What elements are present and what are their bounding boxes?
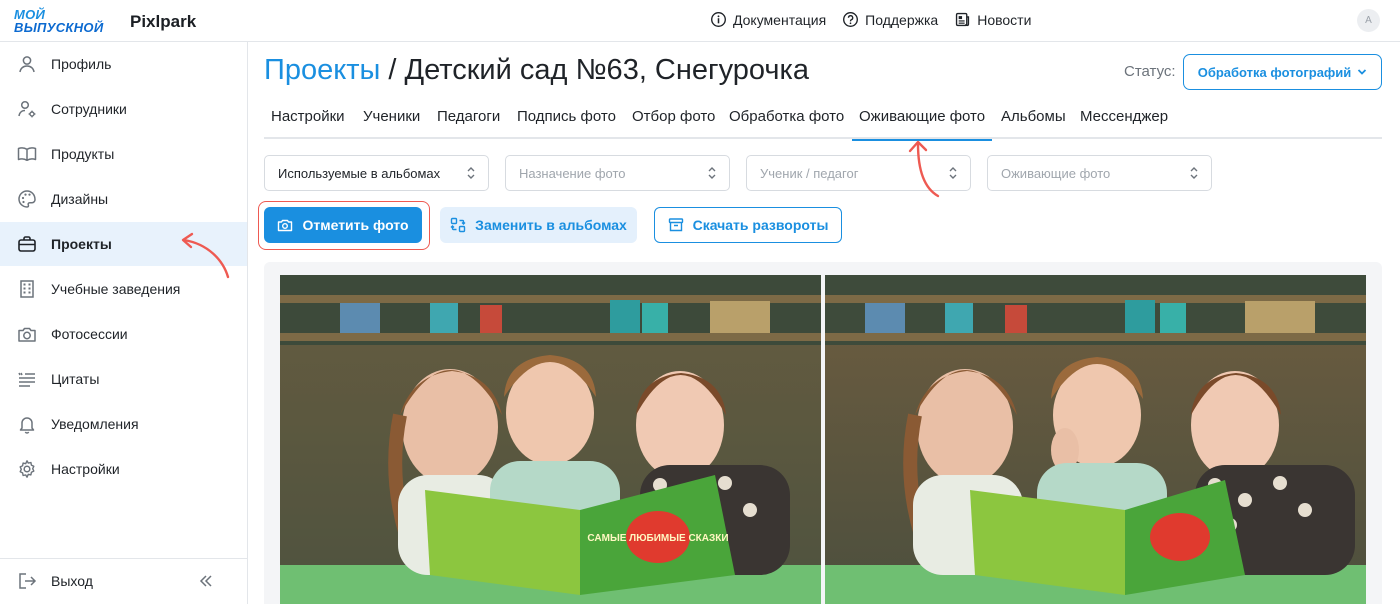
photo-gallery: САМЫЕ ЛЮБИМЫЕ СКАЗКИ bbox=[264, 262, 1382, 604]
filter-student-teacher[interactable]: Ученик / педагог bbox=[746, 155, 971, 191]
chevron-updown-icon bbox=[708, 167, 716, 179]
docs-link[interactable]: Документация bbox=[710, 11, 826, 28]
logout-label: Выход bbox=[51, 573, 93, 589]
palette-icon bbox=[18, 190, 36, 208]
logout-button[interactable]: Выход bbox=[17, 571, 93, 591]
news-link-label: Новости bbox=[977, 11, 1032, 28]
sidebar-footer: Выход bbox=[0, 558, 247, 604]
sidebar-item-photosessions[interactable]: Фотосессии bbox=[0, 312, 247, 356]
sidebar-item-settings[interactable]: Настройки bbox=[0, 447, 247, 491]
filter-living-photos-placeholder: Оживающие фото bbox=[1001, 165, 1111, 181]
tab-photo-captions[interactable]: Подпись фото bbox=[510, 108, 623, 139]
chevron-down-icon bbox=[1358, 69, 1367, 75]
download-spreads-button[interactable]: Скачать развороты bbox=[654, 207, 842, 243]
support-link-label: Поддержка bbox=[865, 11, 939, 28]
sidebar-item-label: Фотосессии bbox=[51, 326, 128, 342]
tab-photo-selection[interactable]: Отбор фото bbox=[625, 108, 722, 139]
tab-living-photos[interactable]: Оживающие фото bbox=[852, 108, 993, 141]
sidebar-item-label: Проекты bbox=[51, 236, 112, 252]
download-spreads-label: Скачать развороты bbox=[692, 217, 829, 233]
children-reading-photo: САМЫЕ ЛЮБИМЫЕ СКАЗКИ bbox=[280, 275, 821, 604]
info-icon bbox=[711, 12, 726, 27]
building-icon bbox=[20, 280, 34, 298]
user-gear-icon bbox=[18, 100, 36, 118]
support-link[interactable]: Поддержка bbox=[842, 11, 938, 28]
sidebar: Профиль Сотрудники Продукты Дизайны Прое… bbox=[0, 42, 248, 604]
tab-teachers[interactable]: Педагоги bbox=[430, 108, 507, 139]
chevron-updown-icon bbox=[467, 167, 475, 179]
tab-photo-processing[interactable]: Обработка фото bbox=[722, 108, 851, 139]
top-links: Документация Поддержка Новости bbox=[710, 11, 1031, 28]
gear-icon bbox=[19, 460, 35, 478]
sidebar-item-label: Сотрудники bbox=[51, 101, 127, 117]
filter-usage[interactable]: Используемые в альбомах bbox=[264, 155, 489, 191]
book-icon bbox=[17, 147, 37, 162]
photo-card[interactable]: САМЫЕ ЛЮБИМЫЕ СКАЗКИ bbox=[280, 275, 821, 604]
filter-student-teacher-placeholder: Ученик / педагог bbox=[760, 165, 859, 181]
sidebar-item-label: Продукты bbox=[51, 146, 115, 162]
breadcrumb-separator: / bbox=[388, 54, 397, 86]
brand-name: Pixlpark bbox=[130, 12, 197, 31]
quote-icon bbox=[18, 372, 35, 387]
mark-photo-button[interactable]: Отметить фото bbox=[264, 207, 422, 243]
sidebar-item-profile[interactable]: Профиль bbox=[0, 42, 247, 86]
filter-photo-purpose-placeholder: Назначение фото bbox=[519, 165, 626, 181]
tab-students[interactable]: Ученики bbox=[356, 108, 427, 139]
logo[interactable]: МОЙ ВЫПУСКНОЙ bbox=[14, 6, 114, 36]
archive-icon bbox=[668, 218, 683, 232]
filter-usage-value: Используемые в альбомах bbox=[278, 165, 441, 181]
photo-card[interactable] bbox=[825, 275, 1366, 604]
sidebar-item-projects[interactable]: Проекты bbox=[0, 222, 247, 266]
tab-albums[interactable]: Альбомы bbox=[994, 108, 1073, 139]
tab-settings[interactable]: Настройки bbox=[264, 108, 352, 139]
sidebar-item-products[interactable]: Продукты bbox=[0, 132, 247, 176]
bell-icon bbox=[19, 417, 35, 434]
camera-icon bbox=[18, 327, 36, 342]
sidebar-item-schools[interactable]: Учебные заведения bbox=[0, 267, 247, 311]
docs-link-label: Документация bbox=[733, 11, 827, 28]
page-title: Проекты / Детский сад №63, Снегурочка bbox=[264, 54, 809, 87]
sidebar-item-label: Профиль bbox=[51, 56, 112, 72]
sidebar-item-label: Настройки bbox=[51, 461, 120, 477]
filter-photo-purpose[interactable]: Назначение фото bbox=[505, 155, 730, 191]
status-label: Статус: bbox=[1124, 63, 1176, 80]
news-icon bbox=[956, 12, 970, 27]
sidebar-item-staff[interactable]: Сотрудники bbox=[0, 87, 247, 131]
replace-in-albums-button[interactable]: Заменить в альбомах bbox=[440, 207, 637, 243]
sidebar-item-label: Учебные заведения bbox=[51, 281, 181, 297]
book-title-text: САМЫЕ ЛЮБИМЫЕ СКАЗКИ bbox=[587, 533, 728, 544]
filter-living-photos[interactable]: Оживающие фото bbox=[987, 155, 1212, 191]
camera-add-icon bbox=[278, 219, 293, 232]
status-dropdown[interactable]: Обработка фотографий bbox=[1183, 54, 1382, 90]
mark-photo-label: Отметить фото bbox=[302, 217, 409, 233]
news-link[interactable]: Новости bbox=[954, 11, 1031, 28]
sidebar-item-quotes[interactable]: Цитаты bbox=[0, 357, 247, 401]
collapse-sidebar-icon[interactable] bbox=[197, 572, 215, 590]
breadcrumb-projects[interactable]: Проекты bbox=[264, 54, 380, 86]
replace-icon bbox=[450, 217, 466, 233]
briefcase-icon bbox=[18, 236, 36, 252]
chevron-updown-icon bbox=[1190, 167, 1198, 179]
chevron-updown-icon bbox=[949, 167, 957, 179]
sidebar-item-designs[interactable]: Дизайны bbox=[0, 177, 247, 221]
project-tabs: Настройки Ученики Педагоги Подпись фото … bbox=[264, 104, 1382, 141]
sidebar-item-label: Цитаты bbox=[51, 371, 100, 387]
sidebar-item-label: Уведомления bbox=[51, 416, 139, 432]
top-bar: МОЙ ВЫПУСКНОЙ Pixlpark Документация Подд… bbox=[0, 0, 1400, 42]
avatar[interactable]: A bbox=[1357, 9, 1380, 32]
user-icon bbox=[19, 56, 35, 73]
project-title: Детский сад №63, Снегурочка bbox=[404, 54, 809, 86]
status-value: Обработка фотографий bbox=[1197, 64, 1352, 80]
children-reading-photo bbox=[825, 275, 1366, 604]
sidebar-item-notifications[interactable]: Уведомления bbox=[0, 402, 247, 446]
tab-messenger[interactable]: Мессенджер bbox=[1073, 108, 1175, 139]
logo-line-2: ВЫПУСКНОЙ bbox=[14, 20, 104, 35]
help-icon bbox=[843, 12, 859, 27]
sidebar-item-label: Дизайны bbox=[51, 191, 109, 207]
replace-in-albums-label: Заменить в альбомах bbox=[475, 217, 627, 233]
logout-icon bbox=[19, 573, 37, 589]
